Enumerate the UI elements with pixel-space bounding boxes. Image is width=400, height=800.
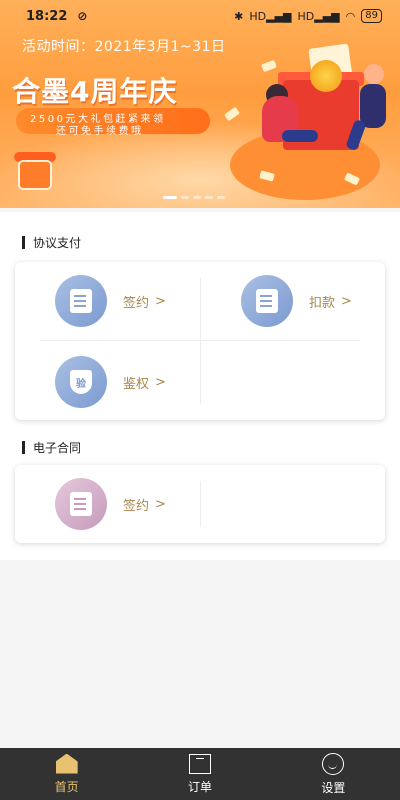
bottom-navigation: 首页 订单 设置 xyxy=(0,748,400,800)
treasure-chest-graphic xyxy=(18,160,52,190)
battery-icon: 89 xyxy=(361,9,382,23)
nav-orders[interactable]: 订单 xyxy=(133,748,266,800)
nav-orders-label: 订单 xyxy=(187,779,212,794)
carousel-dot[interactable] xyxy=(205,196,213,199)
protocol-verify-button[interactable]: 验 鉴权 > xyxy=(55,356,166,408)
confetti-graphic xyxy=(261,59,277,73)
carousel-dot-active[interactable] xyxy=(163,196,177,199)
woman-leg-graphic xyxy=(282,130,318,142)
nav-settings[interactable]: 设置 xyxy=(267,748,400,800)
protocol-verify-label: 鉴权 xyxy=(123,376,150,392)
protocol-sign-label: 签约 xyxy=(123,295,150,311)
card-divider-horizontal xyxy=(40,340,360,341)
chevron-right-icon: > xyxy=(155,293,166,309)
coins-graphic xyxy=(310,60,342,92)
section-title-text: 电子合同 xyxy=(33,441,82,455)
protocol-sign-button[interactable]: 签约 > xyxy=(55,275,166,327)
verify-shield-glyph: 验 xyxy=(70,370,92,394)
banner-date-text: 活动时间：2021年3月1~31日 xyxy=(22,39,226,55)
home-icon xyxy=(55,753,78,774)
nav-home-label: 首页 xyxy=(54,779,79,794)
section-title-bar xyxy=(22,441,25,454)
status-time: 18:22 xyxy=(26,8,68,24)
protocol-deduct-label: 扣款 xyxy=(309,295,336,311)
card-divider-vertical xyxy=(200,278,201,404)
settings-icon xyxy=(322,752,345,775)
chevron-right-icon: > xyxy=(341,293,352,309)
status-bar: 18:22 ⊘ ✱ HD▂▄▆ HD▂▄▆ ◠ 89 xyxy=(0,0,400,32)
carousel-dot[interactable] xyxy=(217,196,225,199)
chevron-right-icon: > xyxy=(155,496,166,512)
verify-shield-icon: 验 xyxy=(55,356,107,408)
e-contract-card: 签约 > xyxy=(15,465,385,543)
section-title-bar xyxy=(22,236,25,249)
wifi-icon: ◠ xyxy=(345,9,356,23)
section-title-protocol-payment: 协议支付 xyxy=(22,234,81,251)
deduct-doc-icon xyxy=(241,275,293,327)
carousel-dot[interactable] xyxy=(193,196,201,199)
section-title-e-contract: 电子合同 xyxy=(22,439,81,456)
bluetooth-icon: ✱ xyxy=(234,9,244,23)
protocol-deduct-button[interactable]: 扣款 > xyxy=(241,275,352,327)
nav-settings-label: 设置 xyxy=(321,780,346,795)
banner-title: 合墨4周年庆 xyxy=(12,75,178,108)
signal-icon-1: HD▂▄▆ xyxy=(249,9,292,23)
card-divider-vertical xyxy=(200,481,201,527)
chevron-right-icon: > xyxy=(155,374,166,390)
carousel-dot[interactable] xyxy=(181,196,189,199)
carousel-indicator xyxy=(163,196,225,199)
nav-home[interactable]: 首页 xyxy=(0,748,133,800)
do-not-disturb-icon: ⊘ xyxy=(77,9,88,23)
main-content: 协议支付 签约 > 扣款 > 验 鉴权 > 电子合同 签约 > xyxy=(0,212,400,560)
sign-doc-icon xyxy=(55,275,107,327)
banner-subtitle-line2: 还可免手续费哦 xyxy=(56,126,144,137)
signal-icon-2: HD▂▄▆ xyxy=(297,9,340,23)
man-head-graphic xyxy=(364,64,384,84)
contract-sign-label: 签约 xyxy=(123,498,150,514)
contract-sign-icon xyxy=(55,478,107,530)
section-title-text: 协议支付 xyxy=(33,236,82,250)
protocol-payment-card: 签约 > 扣款 > 验 鉴权 > xyxy=(15,262,385,420)
contract-sign-button[interactable]: 签约 > xyxy=(55,478,166,530)
order-icon xyxy=(188,753,211,774)
